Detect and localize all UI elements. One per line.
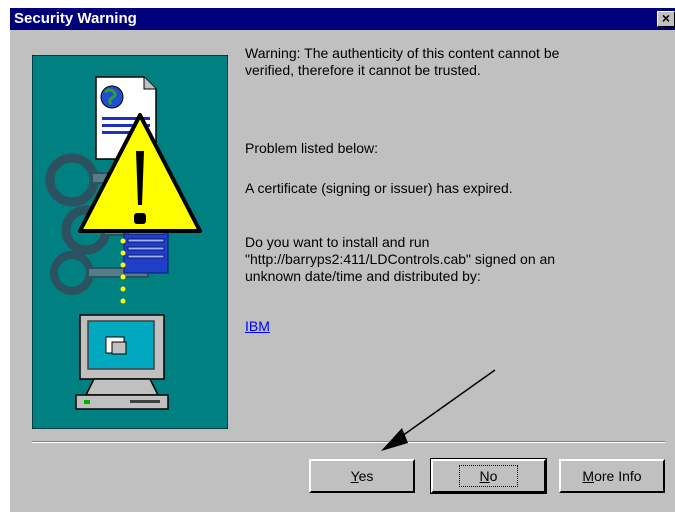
close-button[interactable]: × — [657, 11, 675, 27]
no-label: o — [489, 468, 498, 484]
close-icon: × — [661, 10, 671, 26]
yes-label: es — [358, 468, 374, 484]
problem-detail: A certificate (signing or issuer) has ex… — [245, 180, 513, 196]
yes-mnemonic: Y — [350, 468, 359, 484]
warning-line-2: verified, therefore it cannot be trusted… — [245, 62, 481, 78]
question-line-3: unknown date/time and distributed by: — [245, 268, 481, 284]
question-line-1: Do you want to install and run — [245, 234, 430, 250]
problem-heading: Problem listed below: — [245, 140, 379, 156]
security-illustration — [32, 55, 228, 429]
button-separator — [32, 441, 665, 443]
computer-icon — [75, 314, 169, 410]
security-warning-dialog: Security Warning × Warning: The authenti… — [10, 8, 675, 512]
publisher-link[interactable]: IBM — [245, 318, 270, 335]
no-button[interactable]: No — [430, 458, 547, 494]
install-question: Do you want to install and run "http://b… — [245, 234, 555, 285]
warning-line-1: Warning: The authenticity of this conten… — [245, 45, 560, 61]
no-mnemonic: N — [479, 468, 490, 484]
warning-text: Warning: The authenticity of this conten… — [245, 45, 559, 79]
question-line-2: "http://barryps2:411/LDControls.cab" sig… — [245, 251, 556, 267]
more-info-mnemonic: M — [582, 468, 595, 484]
window-title: Security Warning — [14, 10, 137, 27]
focus-ring: No — [458, 465, 519, 487]
more-info-button[interactable]: More Info — [559, 459, 665, 493]
yes-button[interactable]: Yes — [309, 459, 415, 493]
title-bar[interactable]: Security Warning × — [10, 8, 675, 30]
more-info-label: ore Info — [594, 468, 642, 484]
